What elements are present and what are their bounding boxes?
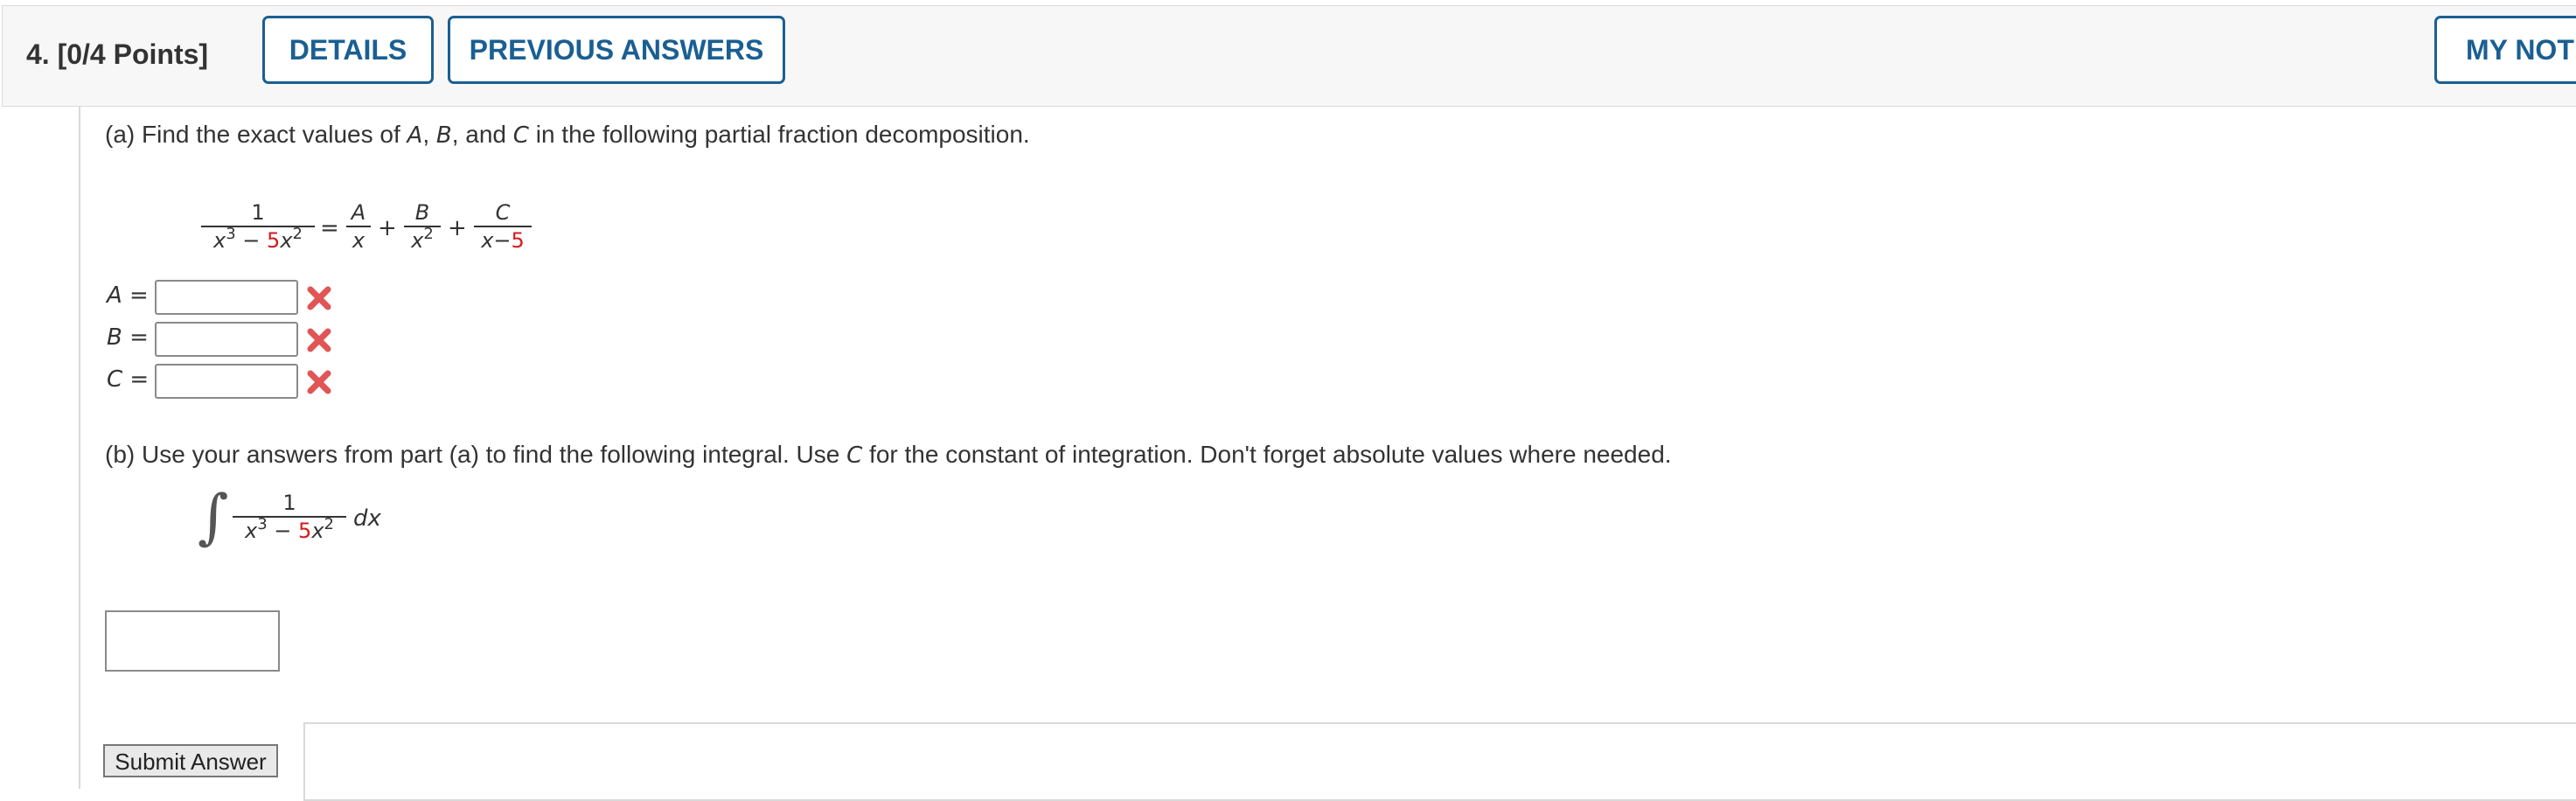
my-notes-button[interactable]: MY NOTES	[2434, 16, 2576, 84]
incorrect-x-icon	[307, 286, 331, 310]
feedback-panel	[303, 722, 2576, 801]
answer-c-input[interactable]	[155, 364, 298, 399]
answer-a-label: A =	[107, 282, 149, 309]
answer-b-input[interactable]	[155, 322, 298, 357]
lhs-fraction: 1 x3 − 5x2	[201, 199, 315, 254]
term-b-fraction: B x2	[404, 199, 441, 254]
integral-sign: ∫	[198, 483, 229, 552]
term-c-fraction: C x−5	[474, 199, 532, 254]
submit-answer-button[interactable]: Submit Answer	[103, 744, 278, 777]
details-button[interactable]: DETAILS	[262, 16, 434, 84]
incorrect-x-icon	[307, 328, 331, 352]
plus-sign: +	[378, 215, 397, 241]
differential: dx	[353, 505, 381, 532]
question-left-border	[79, 107, 80, 789]
incorrect-x-icon	[307, 370, 331, 394]
previous-answers-button[interactable]: PREVIOUS ANSWERS	[448, 16, 785, 84]
part-a-instructions: (a) Find the exact values of A, B, and C…	[105, 121, 1030, 149]
term-a-fraction: A x	[346, 199, 371, 254]
question-title: 4. [0/4 Points]	[26, 38, 209, 70]
integral-answer-input[interactable]	[105, 610, 280, 672]
part-b-instructions: (b) Use your answers from part (a) to fi…	[105, 441, 1672, 469]
integrand-fraction: 1 x3 − 5x2	[233, 490, 346, 544]
answer-c-label: C =	[107, 366, 150, 393]
answer-b-label: B =	[107, 324, 149, 351]
answer-a-input[interactable]	[155, 280, 298, 315]
plus-sign: +	[448, 215, 467, 241]
equals-sign: =	[320, 215, 339, 241]
